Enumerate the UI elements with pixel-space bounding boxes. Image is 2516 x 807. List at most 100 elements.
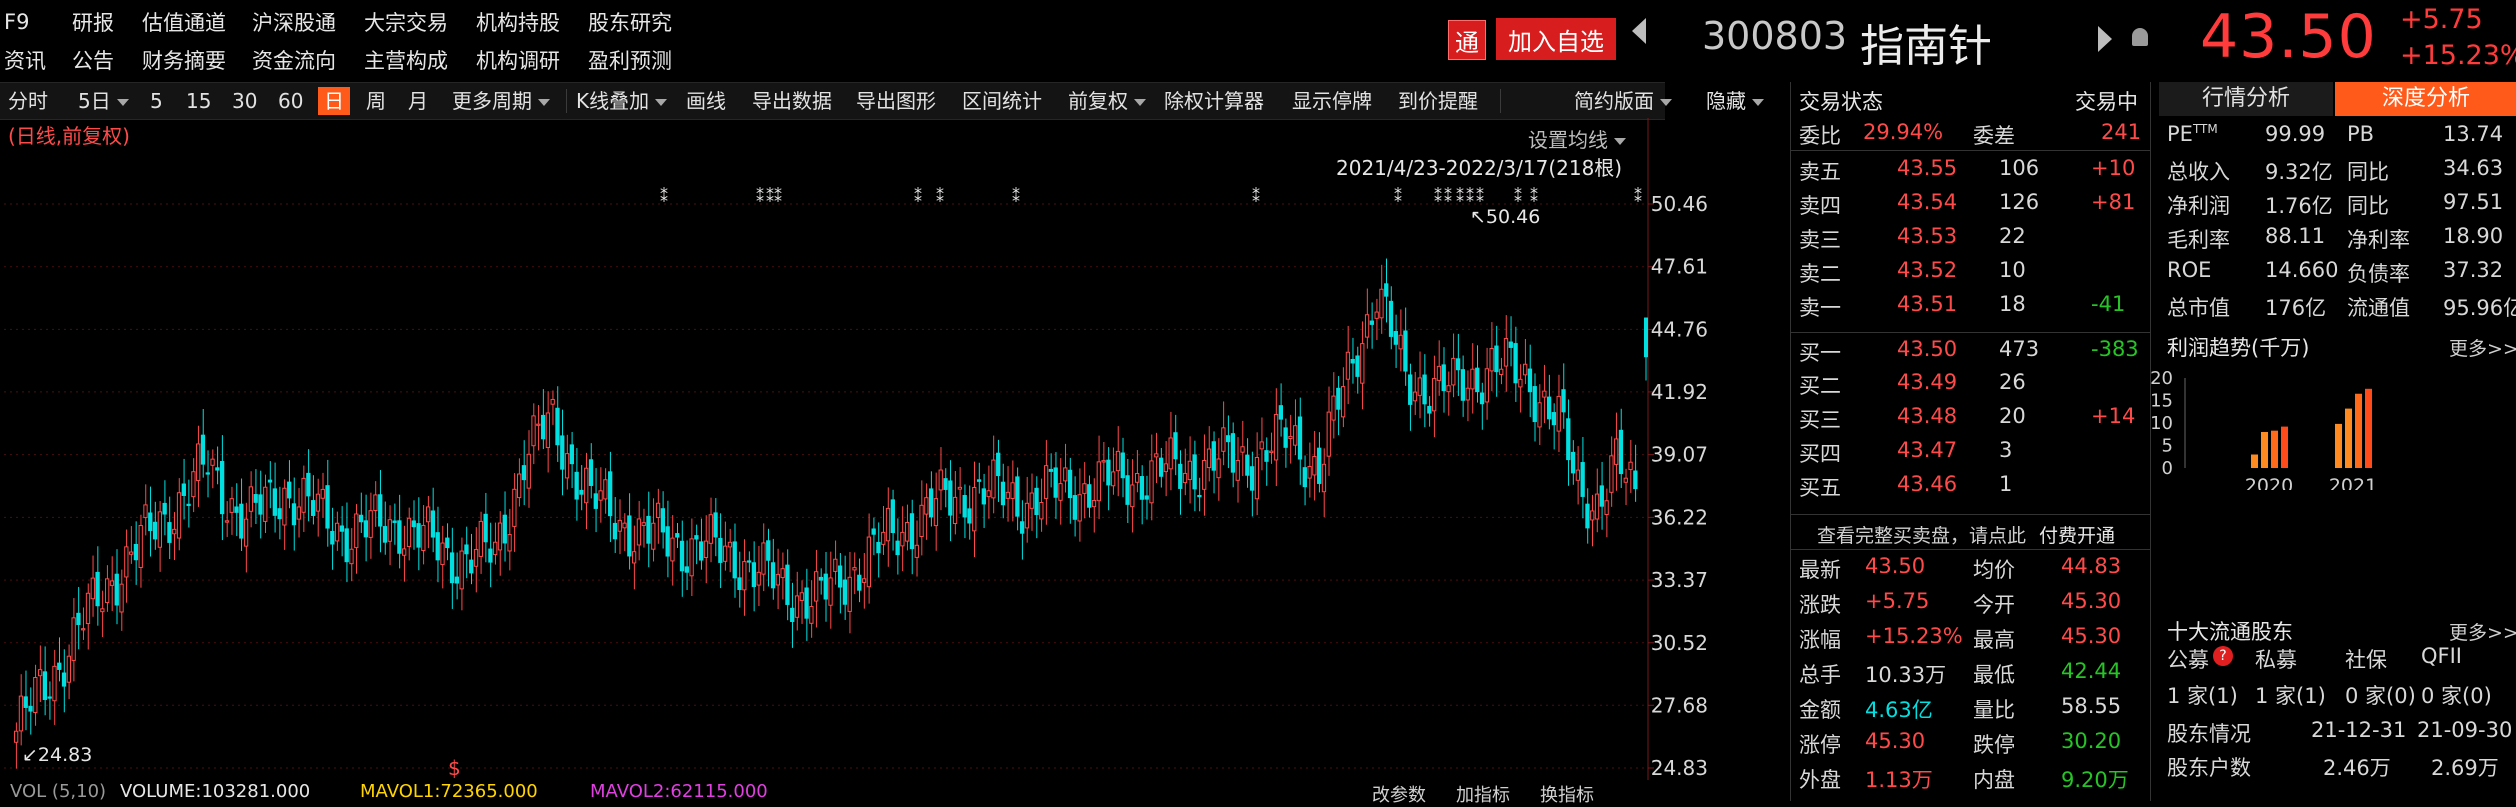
min-price-label: ↙24.83 [22,744,93,766]
add-indicator-button[interactable]: 加指标 [1456,781,1510,807]
ask-row[interactable]: 卖一 43.51 18 -41 [1791,288,2151,322]
tb-daily[interactable]: 日 [318,87,350,115]
stat-label: 总手 [1799,663,1841,687]
candle-body [258,494,263,515]
menu-inst-hold[interactable]: 机构持股 [476,7,560,37]
tab-deep-analysis[interactable]: 深度分析 [2335,82,2516,116]
prev-stock-icon[interactable] [1632,18,1646,44]
tb-price-alert[interactable]: 到价提醒 [1398,87,1478,115]
menu-hk-connect[interactable]: 沪深股通 [252,7,336,37]
candle-body [1111,471,1116,487]
candle-body [454,576,460,584]
tb-range-stat[interactable]: 区间统计 [962,87,1042,115]
menu-inst-survey[interactable]: 机构调研 [476,45,560,75]
menu-block-trade[interactable]: 大宗交易 [364,7,448,37]
candle-body [828,577,833,606]
tb-hide[interactable]: 隐藏 [1706,87,1764,115]
ask-row[interactable]: 卖五 43.55 106 +10 [1791,152,2151,186]
candle-body [334,522,340,542]
holder-type[interactable]: 公募 [2167,644,2209,674]
candle-body [176,492,182,539]
tb-exright-calc[interactable]: 除权计算器 [1164,87,1264,115]
menu-forecast[interactable]: 盈利预测 [588,45,672,75]
bid-row[interactable]: 买一 43.50 473 -383 [1791,332,2151,367]
pay-link[interactable]: 付费开通 [2039,521,2115,548]
candle-body [1240,446,1245,453]
candle-body [1115,450,1121,472]
fin-label: 毛利率 [2167,228,2230,252]
tb-export-data[interactable]: 导出数据 [752,87,832,115]
tab-market-analysis[interactable]: 行情分析 [2159,82,2333,116]
candle-body [1302,467,1307,488]
tb-more-period[interactable]: 更多周期 [452,87,550,115]
tb-adjust[interactable]: 前复权 [1068,87,1146,115]
price-change: +5.75 [2400,4,2483,35]
candle-body [761,542,766,575]
tb-5min[interactable]: 5 [150,87,163,115]
kline-chart[interactable]: 50.46 47.61 44.76 41.92 39.07 36.22 33.37 30.52… [0,118,1790,806]
add-watchlist-button[interactable]: 加入自选 [1496,18,1616,60]
candle-body [406,517,412,548]
candle-body [1206,448,1212,469]
tb-15min[interactable]: 15 [186,87,211,115]
candle-body [507,534,512,552]
tb-draw[interactable]: 画线 [686,87,726,115]
bid-row[interactable]: 买四 43.47 3 [1791,434,2151,468]
tb-monthly[interactable]: 月 [408,87,428,115]
bid-row[interactable]: 买二 43.49 26 [1791,366,2151,400]
ask-label: 卖三 [1799,228,1841,252]
candle-body [780,568,785,579]
holder-type[interactable]: QFII [2421,644,2462,668]
tb-intraday[interactable]: 分时 [8,87,48,115]
ask-row[interactable]: 卖四 43.54 126 +81 [1791,186,2151,220]
menu-news[interactable]: 资讯 [4,45,46,75]
ask-row[interactable]: 卖二 43.52 10 [1791,254,2151,288]
candle-body [584,467,589,504]
candle-body [1408,374,1413,405]
holder-type[interactable]: 私募 [2255,644,2297,674]
ask-row[interactable]: 卖三 43.53 22 [1791,220,2151,254]
hk-connect-badge[interactable]: 通 [1448,20,1486,60]
holder-count: 0 家(0) [2421,684,2492,708]
menu-valuation[interactable]: 估值通道 [142,7,226,37]
change-params-button[interactable]: 改参数 [1372,781,1426,807]
tb-export-image[interactable]: 导出图形 [856,87,936,115]
candle-body [1024,502,1030,529]
bid-row[interactable]: 买五 43.46 1 [1791,468,2151,502]
candle-body [1609,455,1614,493]
fin-value: 95.96亿 [2443,296,2516,320]
next-stock-icon[interactable] [2098,26,2112,52]
chart-mode-label: (日线,前复权) [8,124,130,148]
menu-fund-flow[interactable]: 资金流向 [252,45,336,75]
candle-body [1566,418,1571,461]
holder-type[interactable]: 社保 [2345,644,2387,674]
tb-60min[interactable]: 60 [278,87,303,115]
fin-value: 13.74 [2443,122,2504,146]
candle-body [909,513,915,550]
candle-body [128,551,134,555]
switch-indicator-button[interactable]: 换指标 [1540,781,1594,807]
tb-30min[interactable]: 30 [232,87,257,115]
ma-setting-button[interactable]: 设置均线 [1528,124,1626,153]
more-profit-link[interactable]: 更多>> [2449,334,2516,361]
tb-5day[interactable]: 5日 [78,87,129,115]
menu-shareholder[interactable]: 股东研究 [588,7,672,37]
menu-research[interactable]: 研报 [72,7,114,37]
more-holders-link[interactable]: 更多>> [2449,618,2516,645]
menu-f9[interactable]: F9 [4,10,29,34]
tb-weekly[interactable]: 周 [366,87,386,115]
candle-body [493,541,498,556]
bid-row[interactable]: 买三 43.48 20 +14 [1791,400,2151,434]
menu-business[interactable]: 主营构成 [364,45,448,75]
candle-body [186,503,191,506]
help-icon[interactable]: ? [2213,646,2233,666]
candle-body [732,541,737,579]
tb-kline-overlay[interactable]: K线叠加 [576,87,668,115]
alert-bell-icon[interactable] [2132,28,2148,46]
menu-finance[interactable]: 财务摘要 [142,45,226,75]
tb-show-suspend[interactable]: 显示停牌 [1292,87,1372,115]
candle-body [306,472,311,497]
tb-layout[interactable]: 简约版面 [1574,87,1672,115]
candle-body [1551,412,1557,426]
menu-announce[interactable]: 公告 [72,45,114,75]
